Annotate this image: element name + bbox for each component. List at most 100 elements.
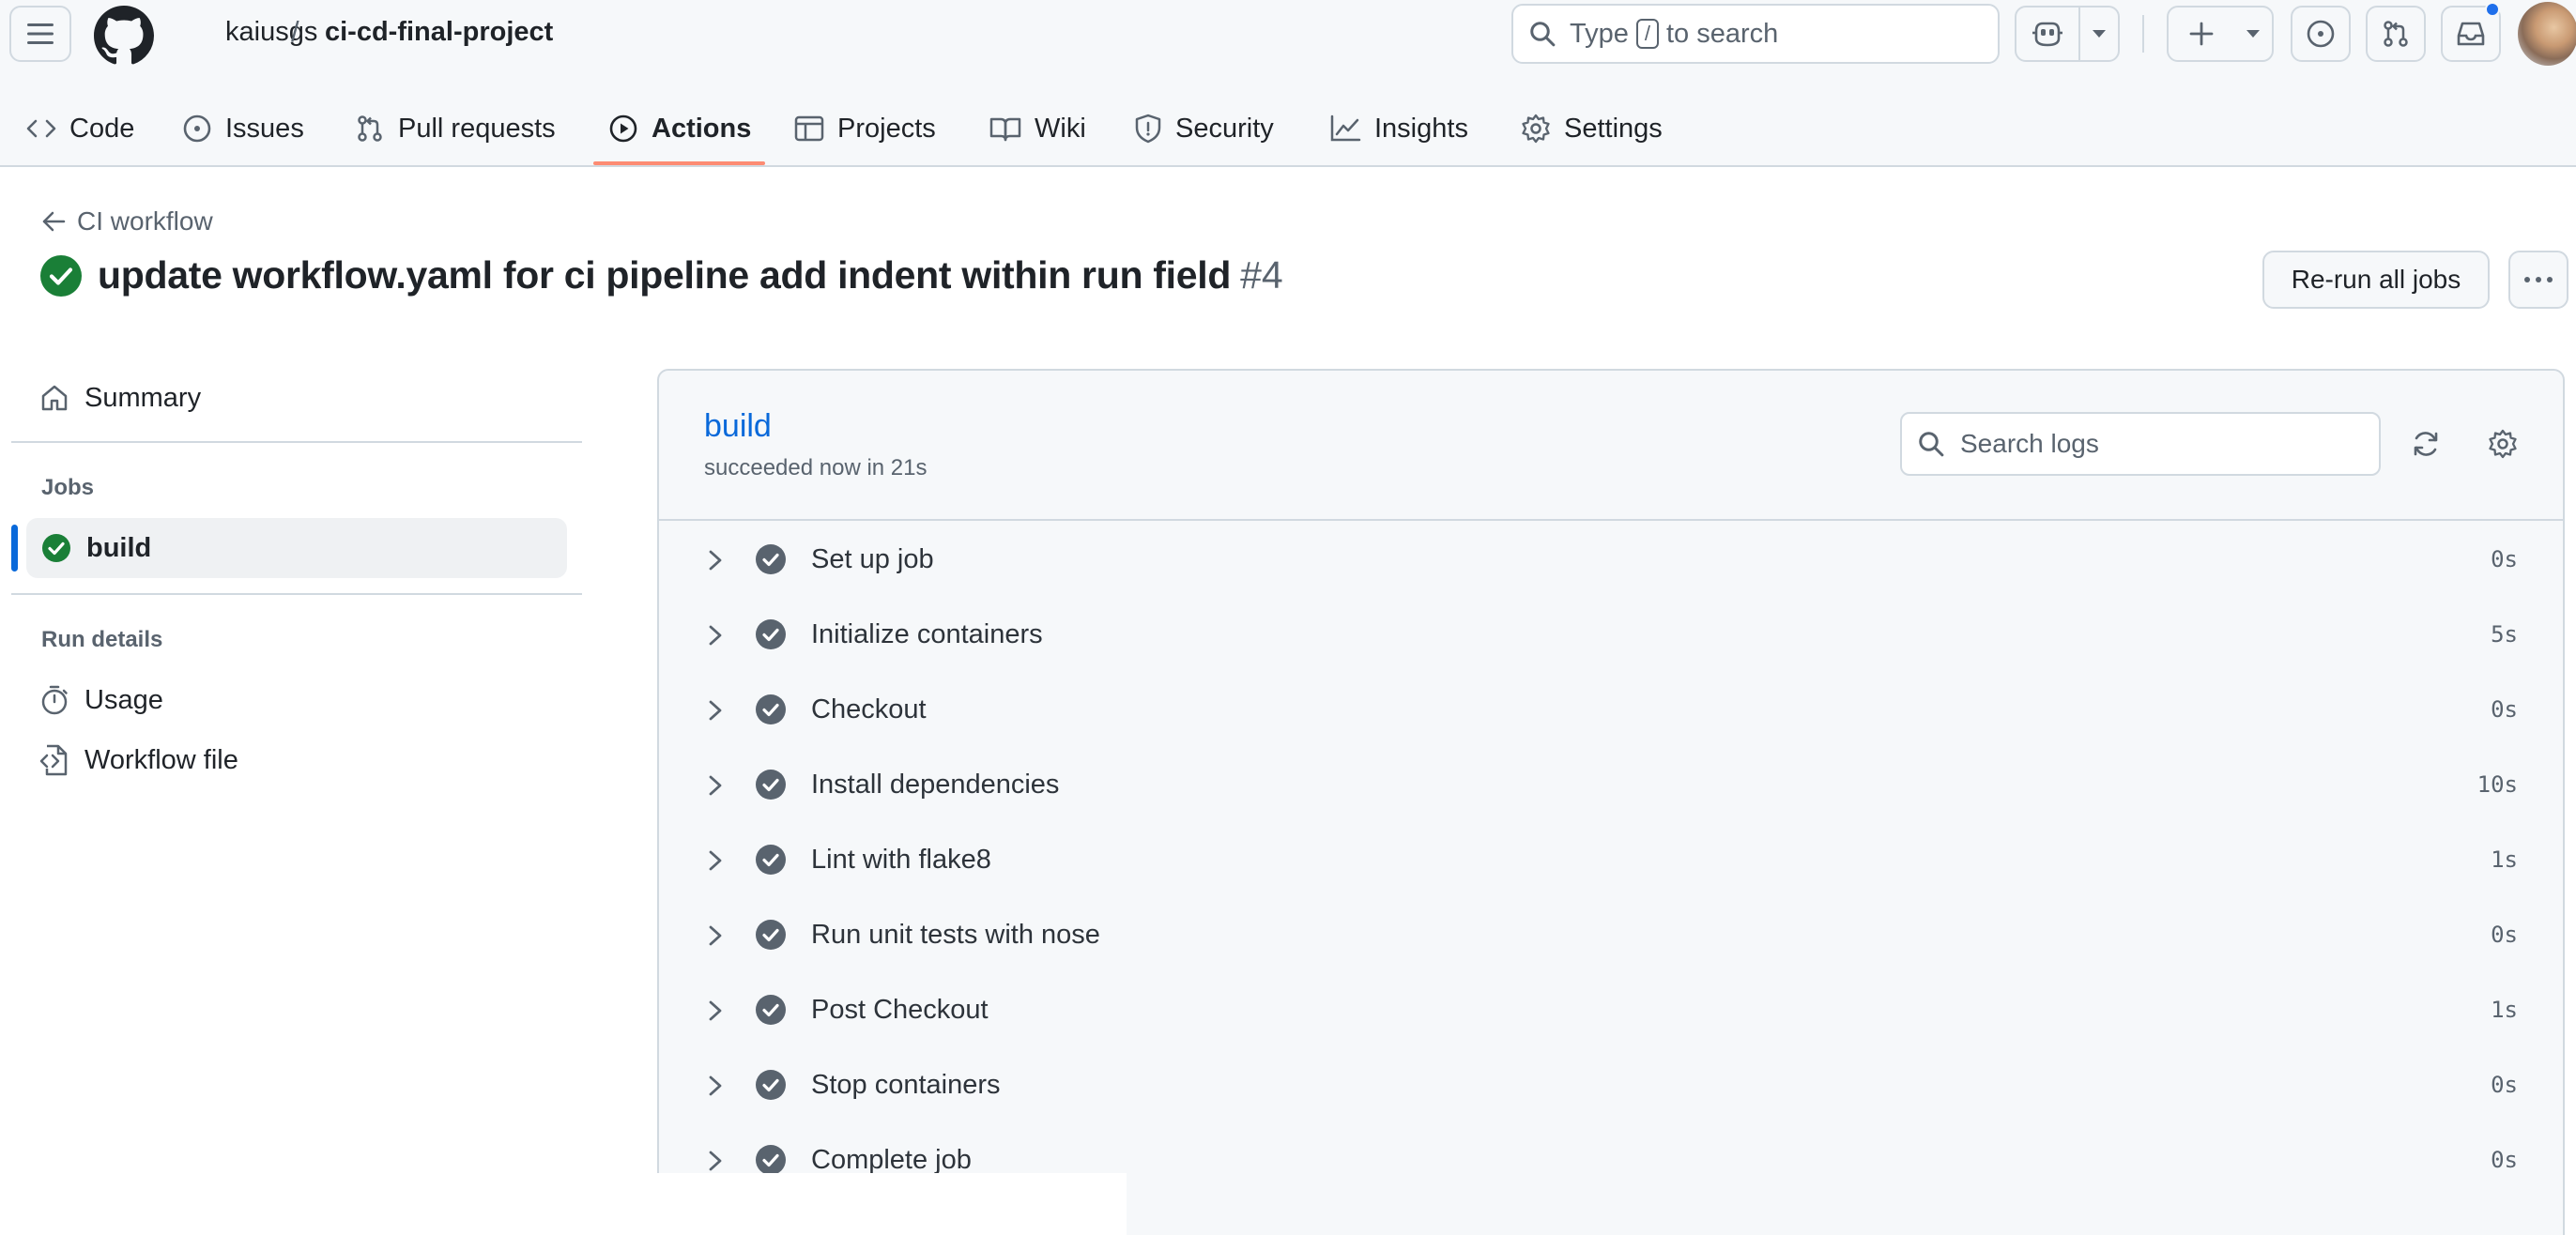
global-search-input[interactable]: Type / to search [1511,4,2000,64]
header-divider [2142,15,2144,53]
chevron-right-icon [709,925,722,946]
sidebar-item-workflow-file[interactable]: Workflow file [24,730,569,790]
tab-security[interactable]: Security [1134,105,1274,152]
step-row[interactable]: Checkout 0s [659,673,2563,748]
step-row[interactable]: Lint with flake8 1s [659,823,2563,898]
step-row[interactable]: Run unit tests with nose 0s [659,898,2563,973]
issue-opened-icon [183,114,211,143]
pull-requests-button[interactable] [2366,6,2426,62]
check-circle-fill-icon [40,254,82,297]
chevron-right-icon [709,625,722,646]
step-label: Lint with flake8 [811,845,991,875]
back-to-workflow-link[interactable]: CI workflow [41,206,213,236]
tab-projects[interactable]: Projects [794,105,936,152]
tab-pull-requests[interactable]: Pull requests [355,105,556,152]
chevron-right-icon [709,1151,722,1171]
refresh-logs-button[interactable] [2405,423,2446,465]
user-avatar[interactable] [2518,2,2576,66]
gear-icon [2489,429,2517,459]
sidebar-item-usage[interactable]: Usage [24,670,569,730]
breadcrumb-repo-link[interactable]: ci-cd-final-project [325,17,553,48]
book-icon [989,117,1021,142]
play-icon [609,114,637,143]
step-duration: 0s [2491,922,2518,948]
step-label: Run unit tests with nose [811,920,1100,950]
search-logs-placeholder: Search logs [1960,429,2099,458]
run-title-row: update workflow.yaml for ci pipeline add… [39,253,1283,297]
chevron-right-icon [709,700,722,721]
step-label: Install dependencies [811,770,1060,800]
tab-code[interactable]: Code [26,105,134,152]
tab-code-label: Code [69,113,135,144]
step-row[interactable]: Initialize containers 5s [659,598,2563,673]
file-code-icon [39,744,68,776]
step-duration: 0s [2491,696,2518,723]
repository-navigation: Code Issues Pull requests Actions Projec… [0,68,2576,167]
create-new-button[interactable] [2167,6,2274,62]
sidebar-build-label: build [86,532,152,563]
notification-indicator [2485,2,2500,17]
tab-insights[interactable]: Insights [1329,105,1468,152]
copilot-button[interactable] [2015,6,2120,62]
run-number: #4 [1240,253,1283,297]
git-pull-request-icon [358,115,382,142]
step-row[interactable]: Set up job 0s [659,523,2563,598]
shield-icon [1135,114,1161,144]
github-logo-icon[interactable] [94,6,154,66]
more-options-button[interactable] [2508,251,2568,309]
check-circle-fill-icon [756,995,786,1025]
search-logs-input[interactable]: Search logs [1900,412,2381,476]
check-circle-fill-icon [756,770,786,800]
job-status-text: succeeded now in 21s [704,455,928,480]
step-row[interactable]: Install dependencies 10s [659,748,2563,823]
open-menu-button[interactable] [9,6,71,62]
job-header: build succeeded now in 21s Search logs [659,371,2563,521]
inbox-icon [2457,22,2485,46]
triangle-down-icon [2093,30,2106,38]
step-row[interactable]: Post Checkout 1s [659,973,2563,1048]
tab-settings[interactable]: Settings [1521,105,1663,152]
step-duration: 1s [2491,997,2518,1023]
tab-insights-label: Insights [1374,113,1468,144]
tab-actions-label: Actions [652,113,752,144]
check-circle-fill-icon [756,544,786,574]
tab-issues-label: Issues [225,113,304,144]
tab-issues[interactable]: Issues [182,105,304,152]
chevron-right-icon [709,850,722,871]
tab-actions[interactable]: Actions [608,105,751,152]
tab-projects-label: Projects [837,113,936,144]
tab-wiki[interactable]: Wiki [989,105,1086,152]
issues-button[interactable] [2291,6,2351,62]
arrow-left-icon [42,211,66,232]
active-job-indicator [11,525,18,572]
check-circle-fill-icon [756,920,786,950]
sidebar-workflow-file-label: Workflow file [84,744,238,775]
step-label: Checkout [811,694,927,724]
search-placeholder: Type / to search [1570,19,1778,50]
log-settings-button[interactable] [2482,423,2523,465]
breadcrumb-owner-link[interactable]: kaiusgs [225,17,317,48]
chevron-right-icon [709,775,722,796]
breadcrumb-separator: / [291,15,299,48]
plus-icon [2189,22,2214,46]
chevron-right-icon [709,1000,722,1021]
rerun-all-jobs-button[interactable]: Re-run all jobs [2262,251,2490,309]
chevron-right-icon [709,1075,722,1096]
page-title: update workflow.yaml for ci pipeline add… [98,253,1232,297]
sidebar-item-summary[interactable]: Summary [24,368,569,428]
copilot-menu-button[interactable] [2080,8,2118,60]
global-header: kaiusgs / ci-cd-final-project Type / to … [0,0,2576,68]
tab-settings-label: Settings [1564,113,1663,144]
job-name-link[interactable]: build [704,408,772,445]
triangle-down-icon [2246,30,2260,38]
back-link-label: CI workflow [77,206,213,236]
step-label: Stop containers [811,1070,1001,1100]
active-tab-indicator [593,161,765,165]
step-row[interactable]: Stop containers 0s [659,1048,2563,1123]
tab-security-label: Security [1175,113,1274,144]
copilot-chat-button[interactable] [2016,8,2078,60]
sidebar-item-build[interactable]: build [26,518,567,578]
tab-wiki-label: Wiki [1035,113,1086,144]
check-circle-fill-icon [756,1070,786,1100]
step-duration: 10s [2476,771,2518,798]
